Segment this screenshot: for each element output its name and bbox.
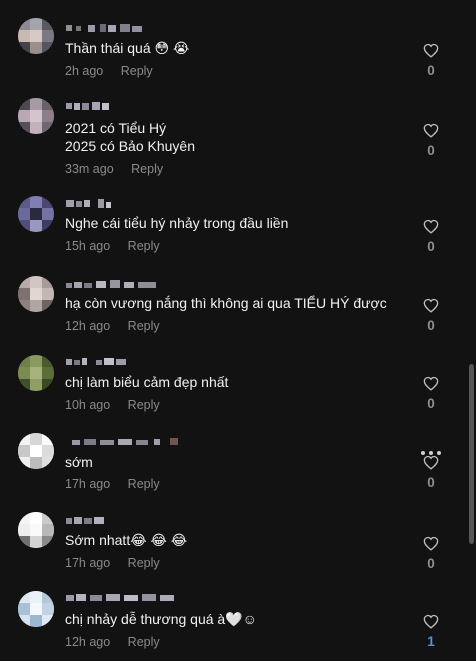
- comment-text: Thần thái quá 😳 😭: [65, 40, 190, 56]
- comment-text: chị làm biểu cảm đẹp nhất: [65, 374, 229, 390]
- scrollbar-thumb[interactable]: [469, 364, 474, 544]
- comment-time: 17h ago: [65, 477, 111, 491]
- comment-meta: 15h ago Reply: [65, 239, 160, 253]
- like-count: 0: [427, 475, 435, 490]
- username-blurred[interactable]: [66, 516, 108, 525]
- comment-item: hạ còn vương nắng thì không ai qua TIỂU …: [0, 258, 466, 338]
- comment-time: 12h ago: [65, 319, 111, 333]
- reply-button[interactable]: Reply: [128, 477, 160, 491]
- comment-meta: 33m ago Reply: [65, 162, 163, 176]
- like-count: 0: [427, 143, 435, 158]
- avatar[interactable]: [18, 433, 54, 469]
- username-blurred[interactable]: [66, 24, 146, 33]
- avatar[interactable]: [18, 591, 54, 627]
- like-count: 0: [427, 318, 435, 333]
- comment-text: 2021 có Tiểu Hý: [65, 120, 167, 136]
- avatar[interactable]: [18, 18, 54, 54]
- avatar[interactable]: [18, 512, 54, 548]
- like-button[interactable]: 0: [420, 43, 442, 78]
- heart-outline-icon: [423, 455, 439, 470]
- heart-outline-icon: [423, 376, 439, 391]
- comment-time: 12h ago: [65, 635, 111, 649]
- heart-outline-icon: [423, 219, 439, 234]
- like-button[interactable]: 0: [420, 219, 442, 254]
- heart-outline-icon: [423, 43, 439, 58]
- avatar[interactable]: [18, 98, 54, 134]
- like-button[interactable]: 0: [420, 455, 442, 490]
- reply-button[interactable]: Reply: [121, 64, 153, 78]
- heart-outline-icon: [423, 123, 439, 138]
- comment-item: 2021 có Tiểu Hý 2025 có Bảo Khuyên 33m a…: [0, 80, 466, 176]
- comment-time: 2h ago: [65, 64, 104, 78]
- like-count: 0: [427, 556, 435, 571]
- avatar[interactable]: [18, 196, 54, 232]
- comment-meta: 12h ago Reply: [65, 319, 160, 333]
- username-blurred[interactable]: [66, 437, 182, 446]
- comment-text: chị nhảy dễ thương quá à🤍☺: [65, 611, 257, 627]
- heart-outline-icon: [423, 614, 439, 629]
- comment-item: Thần thái quá 😳 😭 2h ago Reply 0: [0, 0, 466, 80]
- username-blurred[interactable]: [66, 199, 116, 208]
- reply-button[interactable]: Reply: [128, 239, 160, 253]
- like-button[interactable]: 0: [420, 123, 442, 158]
- reply-button[interactable]: Reply: [131, 162, 163, 176]
- comment-item: Nghe cái tiểu hý nhảy trong đầu liền 15h…: [0, 178, 466, 258]
- reply-button[interactable]: Reply: [128, 635, 160, 649]
- avatar[interactable]: [18, 355, 54, 391]
- comment-time: 33m ago: [65, 162, 114, 176]
- heart-outline-icon: [423, 298, 439, 313]
- comment-list: Thần thái quá 😳 😭 2h ago Reply 0 2021 có…: [0, 0, 476, 661]
- comment-text-line2: 2025 có Bảo Khuyên: [65, 138, 195, 154]
- like-count: 0: [427, 239, 435, 254]
- username-blurred[interactable]: [66, 102, 116, 111]
- comment-text: Nghe cái tiểu hý nhảy trong đầu liền: [65, 215, 289, 231]
- comment-item: sớm 17h ago Reply 0: [0, 415, 466, 495]
- avatar[interactable]: [18, 276, 54, 312]
- comment-meta: 10h ago Reply: [65, 398, 160, 412]
- comment-meta: 2h ago Reply: [65, 64, 153, 78]
- comment-text: sớm: [65, 454, 93, 470]
- comment-text: Sớm nhatt😂 😂 😂: [65, 532, 188, 548]
- comment-meta: 17h ago Reply: [65, 556, 160, 570]
- comment-text: hạ còn vương nắng thì không ai qua TIỂU …: [65, 295, 387, 311]
- like-button[interactable]: 0: [420, 536, 442, 571]
- username-blurred[interactable]: [66, 357, 128, 366]
- comment-time: 10h ago: [65, 398, 111, 412]
- like-button[interactable]: 0: [420, 376, 442, 411]
- like-count: 0: [427, 63, 435, 78]
- like-count: 0: [427, 396, 435, 411]
- comment-meta: 12h ago Reply: [65, 635, 160, 649]
- like-button[interactable]: 1: [420, 614, 442, 649]
- comment-time: 15h ago: [65, 239, 111, 253]
- reply-button[interactable]: Reply: [128, 398, 160, 412]
- reply-button[interactable]: Reply: [128, 319, 160, 333]
- comment-item: chị nhảy dễ thương quá à🤍☺ 12h ago Reply…: [0, 573, 466, 653]
- reply-button[interactable]: Reply: [128, 556, 160, 570]
- username-blurred[interactable]: [66, 280, 158, 289]
- username-blurred[interactable]: [66, 593, 178, 602]
- comment-item: chị làm biểu cảm đẹp nhất 10h ago Reply …: [0, 337, 466, 417]
- like-button[interactable]: 0: [420, 298, 442, 333]
- comment-time: 17h ago: [65, 556, 111, 570]
- like-count: 1: [427, 634, 435, 649]
- comment-meta: 17h ago Reply: [65, 477, 160, 491]
- comment-item: Sớm nhatt😂 😂 😂 17h ago Reply 0: [0, 494, 466, 574]
- heart-outline-icon: [423, 536, 439, 551]
